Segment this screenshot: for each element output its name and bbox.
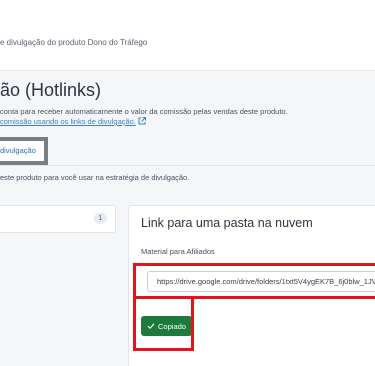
field-label: Material para Afiliados bbox=[141, 247, 215, 256]
page-description: conta para receber automaticamente o val… bbox=[0, 107, 288, 116]
tab-divulgacao[interactable]: divulgação bbox=[0, 146, 36, 155]
count-badge: 1 bbox=[94, 213, 107, 224]
top-bar bbox=[0, 0, 375, 71]
tab-divider bbox=[0, 165, 375, 166]
page-title: ão (Hotlinks) bbox=[0, 80, 102, 100]
external-link-icon[interactable] bbox=[137, 116, 147, 126]
learn-more-link[interactable]: comissão usando os links de divulgação. bbox=[0, 117, 136, 126]
button-highlight-box bbox=[133, 296, 194, 351]
breadcrumb: e divulgação do produto Dono do Tráfego bbox=[0, 38, 148, 47]
section-info-text: este produto para você usar na estratégi… bbox=[0, 173, 190, 182]
input-highlight-box bbox=[133, 263, 375, 299]
card-title: Link para uma pasta na nuvem bbox=[141, 216, 313, 230]
